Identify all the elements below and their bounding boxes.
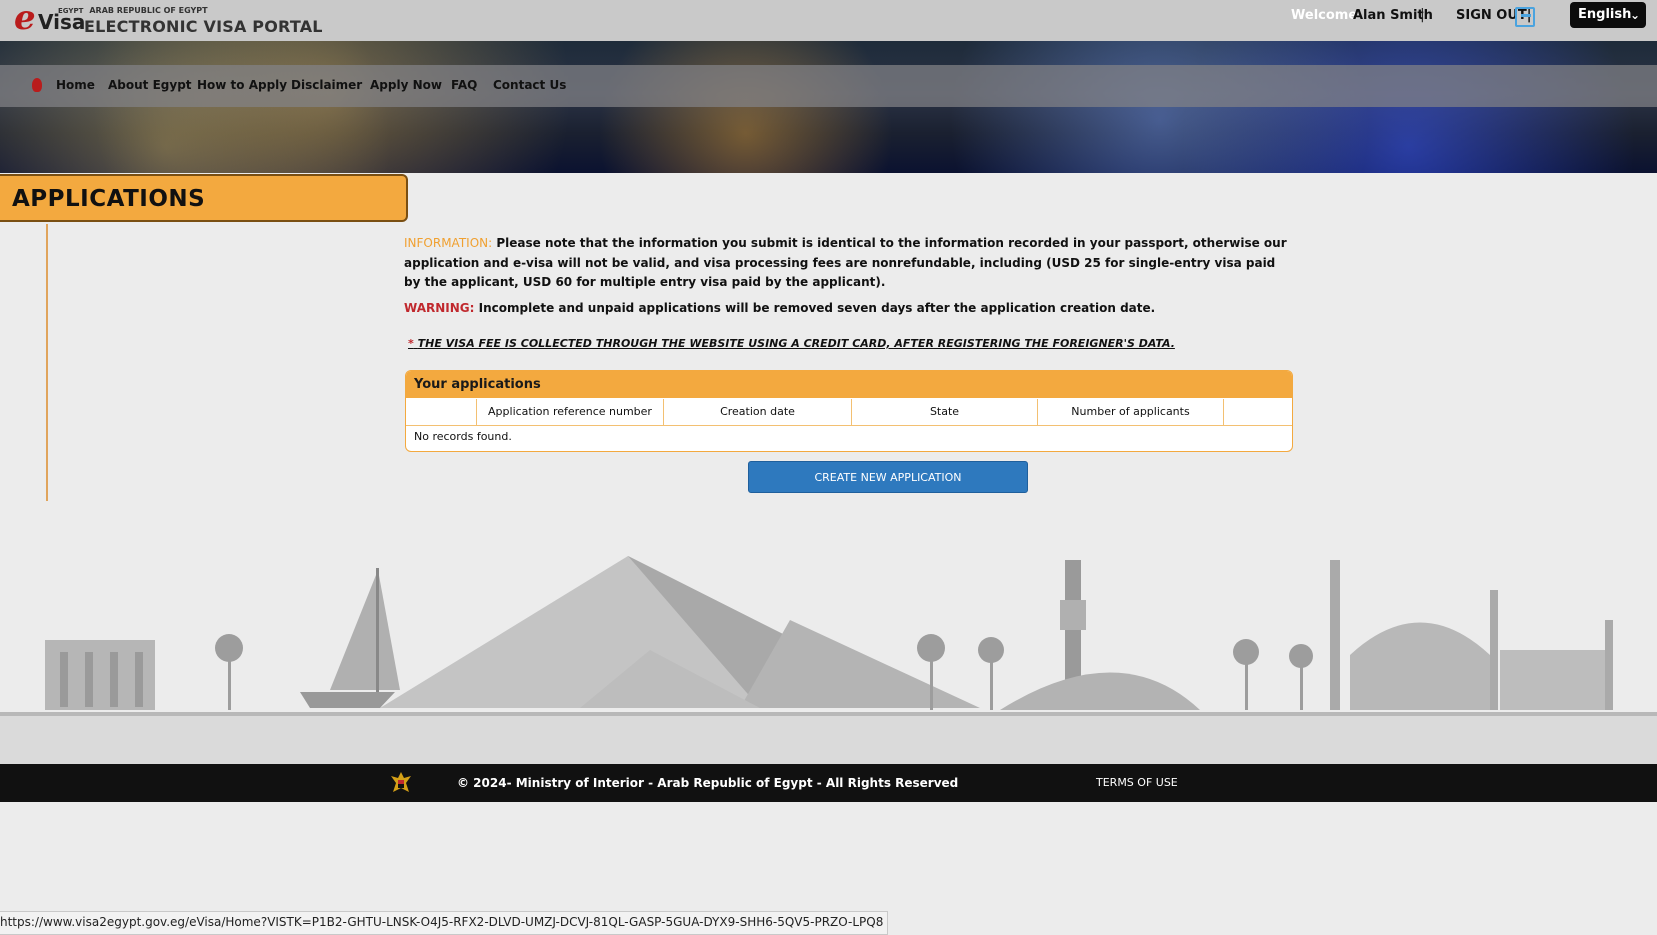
header-banner: Home About Egypt How to Apply Disclaimer… (0, 41, 1657, 173)
page-title: APPLICATIONS (12, 186, 206, 212)
main-nav: Home About Egypt How to Apply Disclaimer… (0, 65, 1657, 107)
information-label: INFORMATION: (404, 236, 493, 250)
chevron-down-icon: ⌄ (1629, 8, 1640, 22)
column-header-actions (1224, 399, 1292, 425)
applications-panel-title: Your applications (414, 377, 541, 392)
warning-text: Incomplete and unpaid applications will … (478, 301, 1156, 315)
footer: © 2024- Ministry of Interior - Arab Repu… (0, 764, 1657, 802)
nav-apply-now[interactable]: Apply Now (370, 78, 442, 92)
language-value: English (1578, 7, 1632, 22)
column-header-creation-date[interactable]: Creation date (664, 399, 852, 425)
nav-how-to-apply[interactable]: How to Apply (197, 78, 287, 92)
top-bar: e Visa EGYPT ARAB REPUBLIC OF EGYPT ELECT… (0, 0, 1657, 42)
nav-disclaimer[interactable]: Disclaimer (291, 78, 362, 92)
warning-label: WARNING: (404, 301, 475, 315)
applications-panel: Your applications Application reference … (405, 370, 1293, 452)
applications-panel-header: Your applications (406, 371, 1292, 398)
egypt-eagle-emblem-icon (391, 772, 411, 792)
egypt-skyline-illustration (0, 556, 1657, 765)
warning-notice: WARNING: Incomplete and unpaid applicati… (404, 301, 1155, 315)
side-divider (46, 224, 48, 501)
logo-e-mark: e (14, 0, 36, 38)
create-new-application-button[interactable]: CREATE NEW APPLICATION (748, 461, 1028, 493)
table-header-row: Application reference number Creation da… (406, 399, 1292, 426)
browser-status-url: https://www.visa2egypt.gov.eg/eVisa/Home… (0, 911, 889, 935)
column-header-applicants[interactable]: Number of applicants (1038, 399, 1224, 425)
language-select[interactable]: English ⌄ (1570, 2, 1646, 28)
footer-copyright: © 2024- Ministry of Interior - Arab Repu… (457, 776, 959, 790)
nav-faq[interactable]: FAQ (451, 78, 477, 92)
terms-of-use-link[interactable]: TERMS OF USE (1096, 776, 1178, 789)
fee-note-text: THE VISA FEE IS COLLECTED THROUGH THE WE… (417, 337, 1175, 350)
information-notice: INFORMATION: Please note that the inform… (404, 234, 1292, 293)
nav-home[interactable]: Home (56, 78, 95, 92)
header-separator: | (1420, 7, 1425, 23)
welcome-label: Welcome (1291, 8, 1358, 23)
home-icon[interactable] (32, 78, 42, 92)
column-header-select (406, 399, 477, 425)
information-text: Please note that the information you sub… (404, 236, 1287, 289)
column-header-reference[interactable]: Application reference number (477, 399, 664, 425)
portal-title: ELECTRONIC VISA PORTAL (84, 17, 323, 36)
page-title-box: APPLICATIONS (0, 174, 408, 222)
nav-contact-us[interactable]: Contact Us (493, 78, 566, 92)
column-header-state[interactable]: State (852, 399, 1038, 425)
sign-out-icon[interactable] (1515, 7, 1535, 27)
logo-subtitle: EGYPT ARAB REPUBLIC OF EGYPT (58, 6, 208, 15)
nav-about-egypt[interactable]: About Egypt (108, 78, 192, 92)
visa-fee-note: * THE VISA FEE IS COLLECTED THROUGH THE … (408, 337, 1175, 350)
fee-star: * (408, 337, 414, 350)
empty-table-message: No records found. (414, 430, 512, 443)
